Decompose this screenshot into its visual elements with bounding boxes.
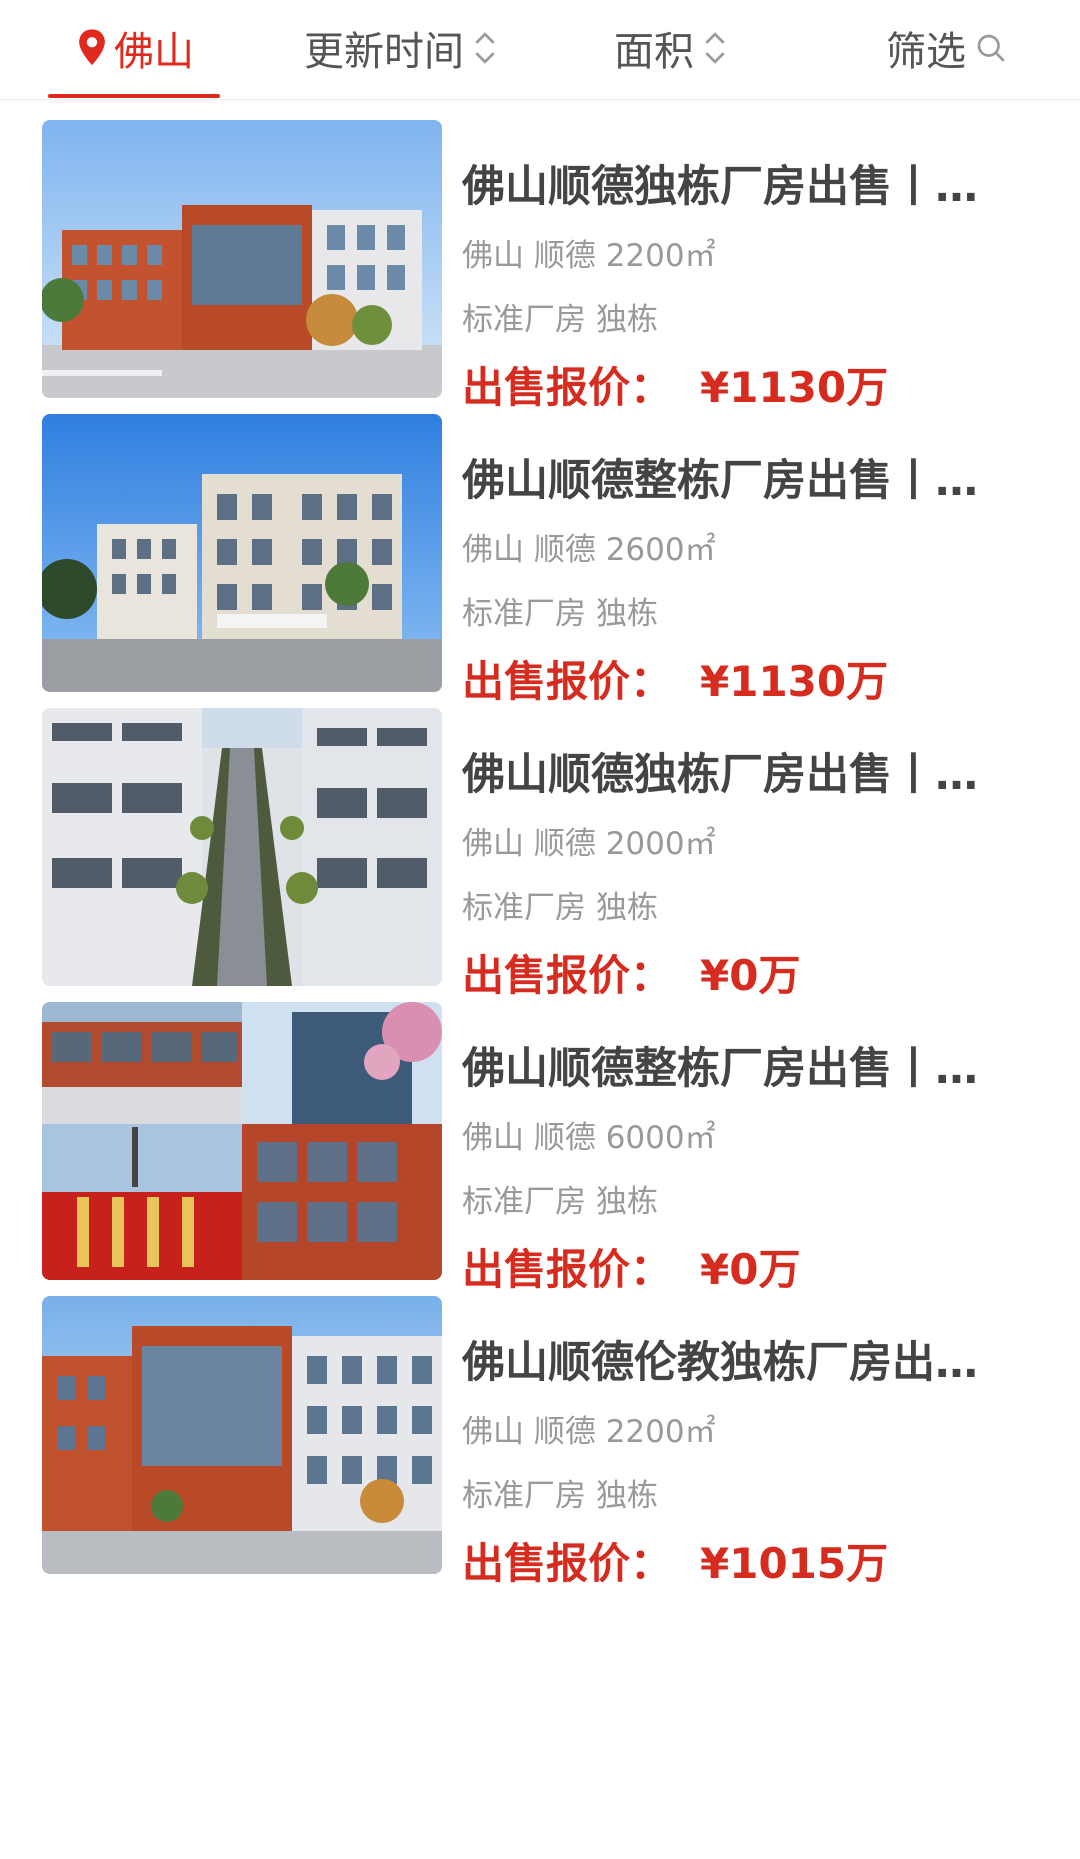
search-icon [977, 34, 1005, 62]
listing-title: 佛山顺德整栋厂房出售丨… [462, 456, 978, 506]
listing-info: 佛山顺德整栋厂房出售丨… 佛山 顺德 2600㎡ 标准厂房 独栋 出售报价： ¥11… [462, 414, 1002, 706]
city-selector[interactable]: 佛山 [48, 0, 220, 96]
price-value: ¥0万 [700, 1245, 801, 1294]
listing-tag: 标准厂房 [462, 596, 586, 632]
price-label: 出售报价： [462, 363, 673, 412]
listing-price: 出售报价： ¥0万 [462, 942, 800, 1003]
listing-price: 出售报价： ¥0万 [462, 1236, 800, 1297]
location-pin-icon [79, 29, 105, 66]
price-value: ¥0万 [700, 951, 801, 1000]
listing-title: 佛山顺德整栋厂房出售丨… [462, 1044, 978, 1094]
listing-card[interactable]: 佛山顺德整栋厂房出售丨… 佛山 顺德 2600㎡ 标准厂房 独栋 出售报价： ¥11… [0, 414, 1080, 706]
listing-photo [42, 708, 442, 986]
listing-tag: 独栋 [596, 302, 658, 338]
listing-location: 佛山 顺德 2200㎡ [462, 238, 716, 274]
listing-price: 出售报价： ¥1015万 [462, 1530, 888, 1591]
listing-tags: 标准厂房 独栋 [462, 1470, 658, 1515]
sort-updown-icon [475, 32, 495, 64]
price-label: 出售报价： [462, 951, 673, 1000]
listing-tags: 标准厂房 独栋 [462, 882, 658, 927]
listing-tag: 标准厂房 [462, 1478, 586, 1514]
listing-info: 佛山顺德独栋厂房出售丨… 佛山 顺德 2000㎡ 标准厂房 独栋 出售报价： ¥0万 [462, 708, 1002, 1000]
price-label: 出售报价： [462, 657, 673, 706]
listing-title: 佛山顺德独栋厂房出售丨… [462, 162, 978, 212]
listing-tags: 标准厂房 独栋 [462, 294, 658, 339]
price-value: ¥1130万 [700, 657, 889, 706]
listing-info: 佛山顺德伦教独栋厂房出… 佛山 顺德 2200㎡ 标准厂房 独栋 出售报价： ¥10… [462, 1296, 1002, 1588]
listing-card[interactable]: 佛山顺德独栋厂房出售丨… 佛山 顺德 2200㎡ 标准厂房 独栋 出售报价： ¥11… [0, 120, 1080, 412]
sort-by-update-time[interactable]: 更新时间 [296, 0, 506, 96]
listing-tag: 独栋 [596, 1478, 658, 1514]
listing-photo [42, 120, 442, 398]
listing-tag: 独栋 [596, 596, 658, 632]
listing-tag: 标准厂房 [462, 890, 586, 926]
price-label: 出售报价： [462, 1539, 673, 1588]
listing-tag: 标准厂房 [462, 302, 586, 338]
price-value: ¥1130万 [700, 363, 889, 412]
listing-card[interactable]: 佛山顺德伦教独栋厂房出… 佛山 顺德 2200㎡ 标准厂房 独栋 出售报价： ¥10… [0, 1296, 1080, 1588]
sort-updown-icon [705, 32, 725, 64]
filter-bar: 佛山 更新时间 面积 筛选 [0, 0, 1080, 100]
listing-card[interactable]: 佛山顺德整栋厂房出售丨… 佛山 顺德 6000㎡ 标准厂房 独栋 出售报价： ¥0万 [0, 1002, 1080, 1294]
filter-label: 筛选 [886, 29, 966, 75]
active-tab-indicator [48, 94, 220, 98]
listing-tag: 标准厂房 [462, 1184, 586, 1220]
listing-location: 佛山 顺德 2000㎡ [462, 826, 716, 862]
price-label: 出售报价： [462, 1245, 673, 1294]
listing-location: 佛山 顺德 2600㎡ [462, 532, 716, 568]
listing-location: 佛山 顺德 2200㎡ [462, 1414, 716, 1450]
listing-photo [42, 1296, 442, 1574]
listing-info: 佛山顺德整栋厂房出售丨… 佛山 顺德 6000㎡ 标准厂房 独栋 出售报价： ¥0万 [462, 1002, 1002, 1294]
listing-tag: 独栋 [596, 890, 658, 926]
listing-card[interactable]: 佛山顺德独栋厂房出售丨… 佛山 顺德 2000㎡ 标准厂房 独栋 出售报价： ¥0万 [0, 708, 1080, 1000]
listing-info: 佛山顺德独栋厂房出售丨… 佛山 顺德 2200㎡ 标准厂房 独栋 出售报价： ¥11… [462, 120, 1002, 412]
listing-title: 佛山顺德独栋厂房出售丨… [462, 750, 978, 800]
sort-area-label: 面积 [614, 29, 694, 75]
listing-title: 佛山顺德伦教独栋厂房出… [462, 1338, 978, 1388]
listing-price: 出售报价： ¥1130万 [462, 354, 888, 415]
listing-tags: 标准厂房 独栋 [462, 588, 658, 633]
city-label: 佛山 [114, 29, 194, 75]
listing-photo [42, 414, 442, 692]
price-value: ¥1015万 [700, 1539, 889, 1588]
sort-time-label: 更新时间 [304, 29, 464, 75]
sort-by-area[interactable]: 面积 [606, 0, 736, 96]
listing-tags: 标准厂房 独栋 [462, 1176, 658, 1221]
listing-photo [42, 1002, 442, 1280]
listing-tag: 独栋 [596, 1184, 658, 1220]
filter-button[interactable]: 筛选 [876, 0, 1016, 96]
listing-price: 出售报价： ¥1130万 [462, 648, 888, 709]
listing-location: 佛山 顺德 6000㎡ [462, 1120, 716, 1156]
